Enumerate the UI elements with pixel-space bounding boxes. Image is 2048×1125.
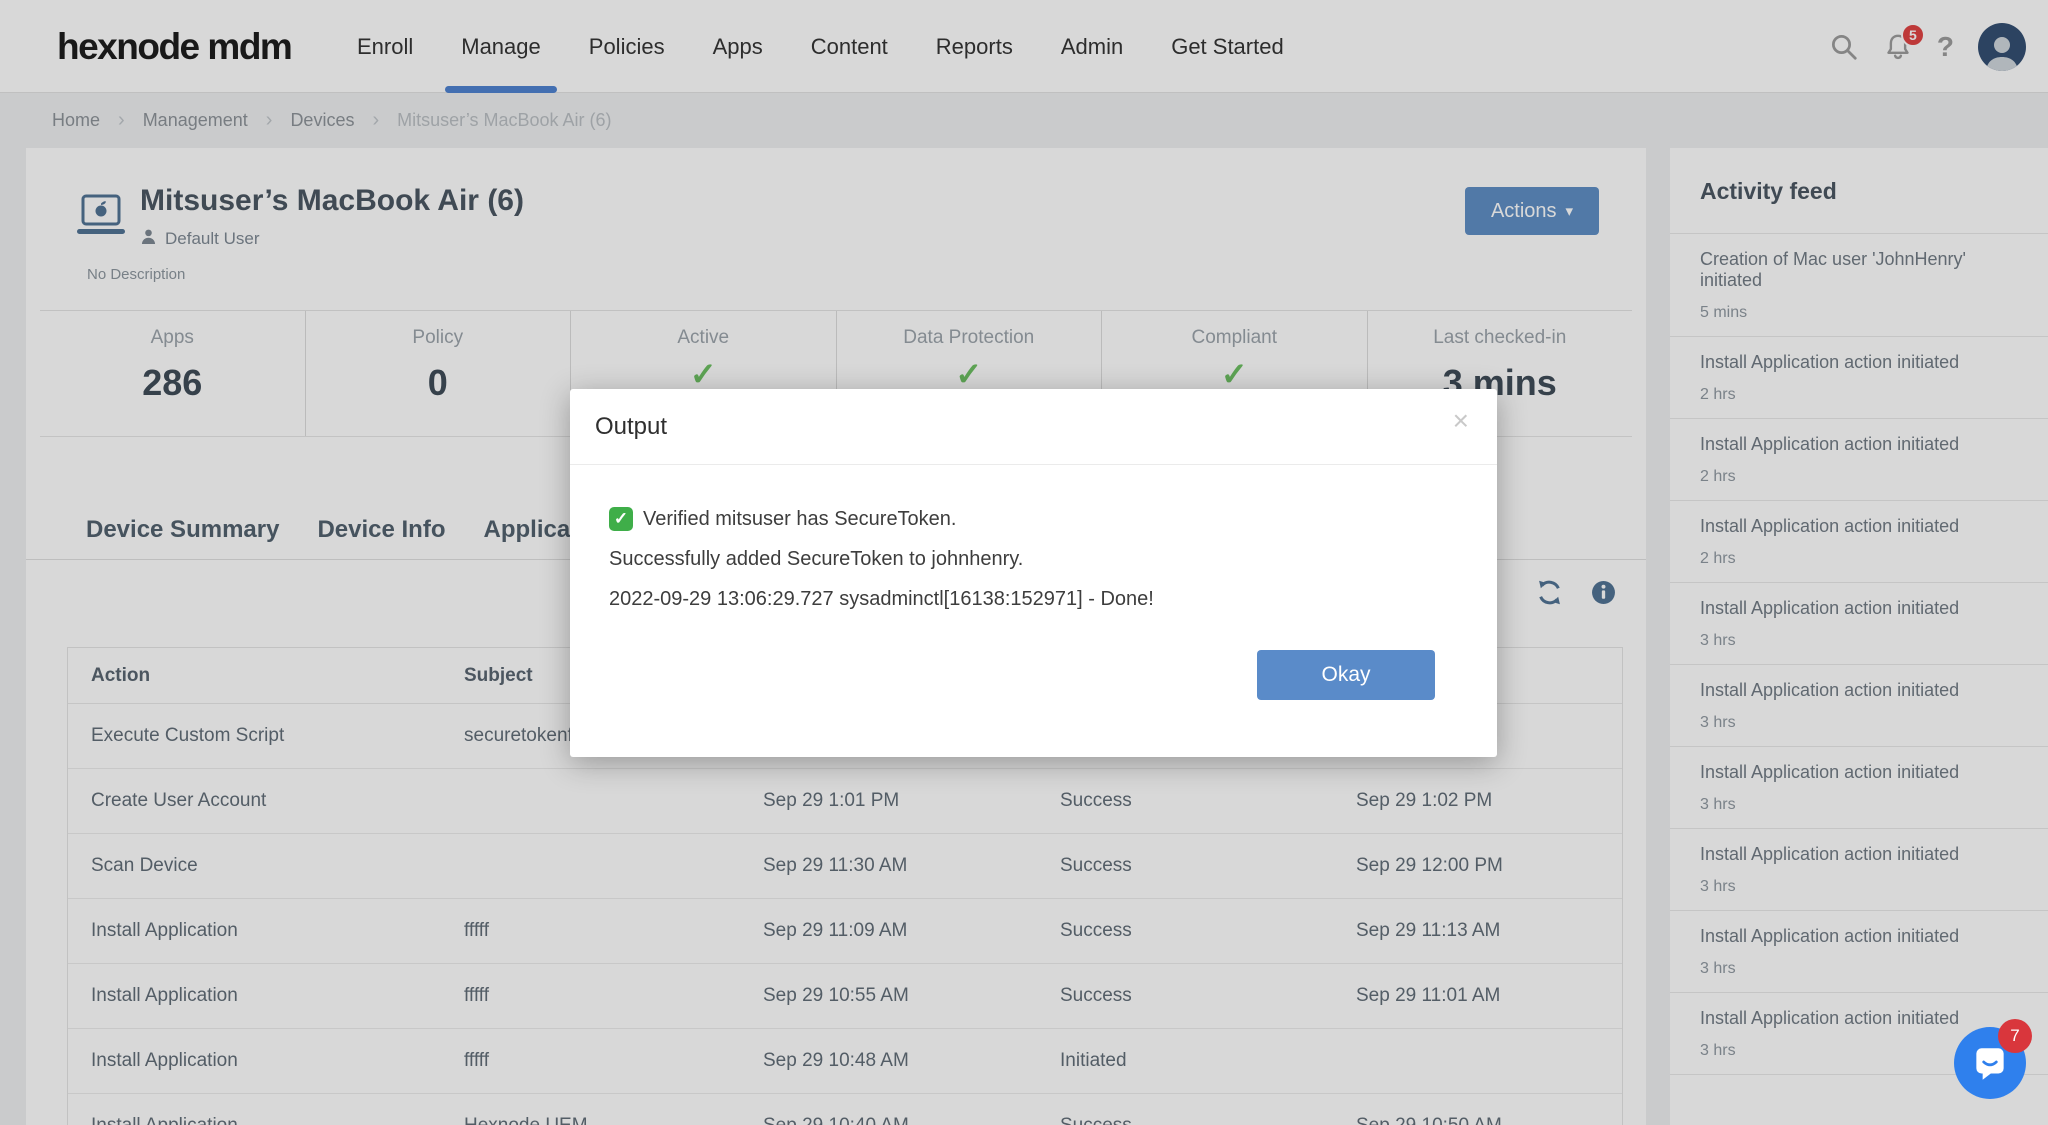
- chat-widget-button[interactable]: 7: [1954, 1019, 2032, 1099]
- modal-body: ✓ Verified mitsuser has SecureToken. Succe…: [570, 465, 1497, 619]
- chat-unread-badge: 7: [1998, 1019, 2032, 1053]
- modal-line-text: Successfully added SecureToken to johnhe…: [609, 548, 1024, 570]
- modal-header: Output ×: [570, 389, 1497, 465]
- modal-title: Output: [595, 412, 668, 440]
- close-icon[interactable]: ×: [1453, 407, 1469, 435]
- check-emoji-icon: ✓: [609, 507, 633, 531]
- modal-output-line: 2022-09-29 13:06:29.727 sysadminctl[1613…: [609, 579, 1467, 619]
- okay-button[interactable]: Okay: [1257, 650, 1435, 700]
- modal-line-text: 2022-09-29 13:06:29.727 sysadminctl[1613…: [609, 588, 1154, 610]
- modal-line-text: Verified mitsuser has SecureToken.: [643, 508, 957, 530]
- output-modal: Output × ✓ Verified mitsuser has SecureTo…: [570, 389, 1497, 757]
- modal-output-line: ✓ Verified mitsuser has SecureToken.: [609, 499, 1467, 539]
- modal-output-line: Successfully added SecureToken to johnhe…: [609, 539, 1467, 579]
- hexnode-mdm-app: hexnode mdm Enroll Manage Policies Apps Cont…: [0, 0, 2048, 1125]
